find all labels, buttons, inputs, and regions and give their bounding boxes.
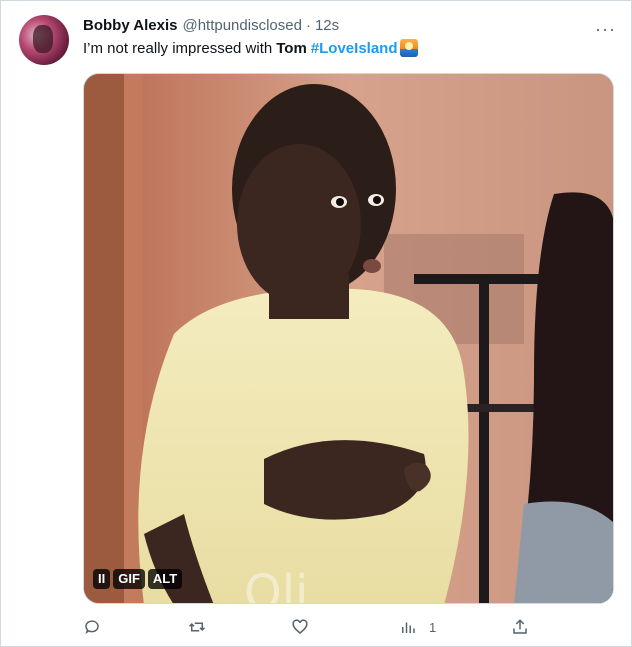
gif-media[interactable]: Oli (83, 73, 614, 604)
share-icon (513, 619, 527, 634)
like-icon (292, 619, 308, 634)
share-button[interactable] (511, 618, 529, 636)
views-button[interactable]: 1 (399, 618, 436, 636)
hashtag-link[interactable]: #LoveIsland (311, 40, 398, 57)
svg-text:Oli: Oli (244, 565, 308, 604)
action-bar: 1 (1, 618, 632, 640)
alt-badge[interactable]: ALT (147, 569, 183, 589)
pause-button[interactable]: II (93, 569, 111, 589)
retweet-icon (188, 622, 206, 632)
author-handle[interactable]: @httpundisclosed (182, 17, 301, 34)
tweet-text-bold: Tom (276, 39, 307, 57)
gif-image: Oli (84, 74, 613, 604)
tweet-text-plain: I’m not really impressed with (83, 39, 273, 57)
more-options-icon[interactable]: ··· (595, 19, 616, 40)
tweet-card[interactable]: Bobby Alexis @httpundisclosed · 12s ··· … (0, 0, 632, 647)
like-button[interactable] (291, 618, 309, 636)
reply-button[interactable] (83, 618, 101, 636)
views-icon (402, 622, 415, 633)
tweet-text: I’m not really impressed with Tom #LoveI… (83, 39, 418, 57)
gif-badge: GIF (113, 569, 145, 589)
views-count: 1 (429, 619, 437, 635)
love-island-emoji-icon (399, 39, 418, 57)
separator-dot: · (305, 17, 311, 34)
reply-icon (85, 620, 99, 634)
avatar[interactable] (19, 15, 69, 65)
media-badges: II GIF ALT (93, 569, 183, 589)
timestamp[interactable]: 12s (315, 17, 339, 34)
tweet-header: Bobby Alexis @httpundisclosed · 12s (83, 17, 339, 34)
author-name[interactable]: Bobby Alexis (83, 17, 177, 34)
retweet-button[interactable] (188, 618, 206, 636)
